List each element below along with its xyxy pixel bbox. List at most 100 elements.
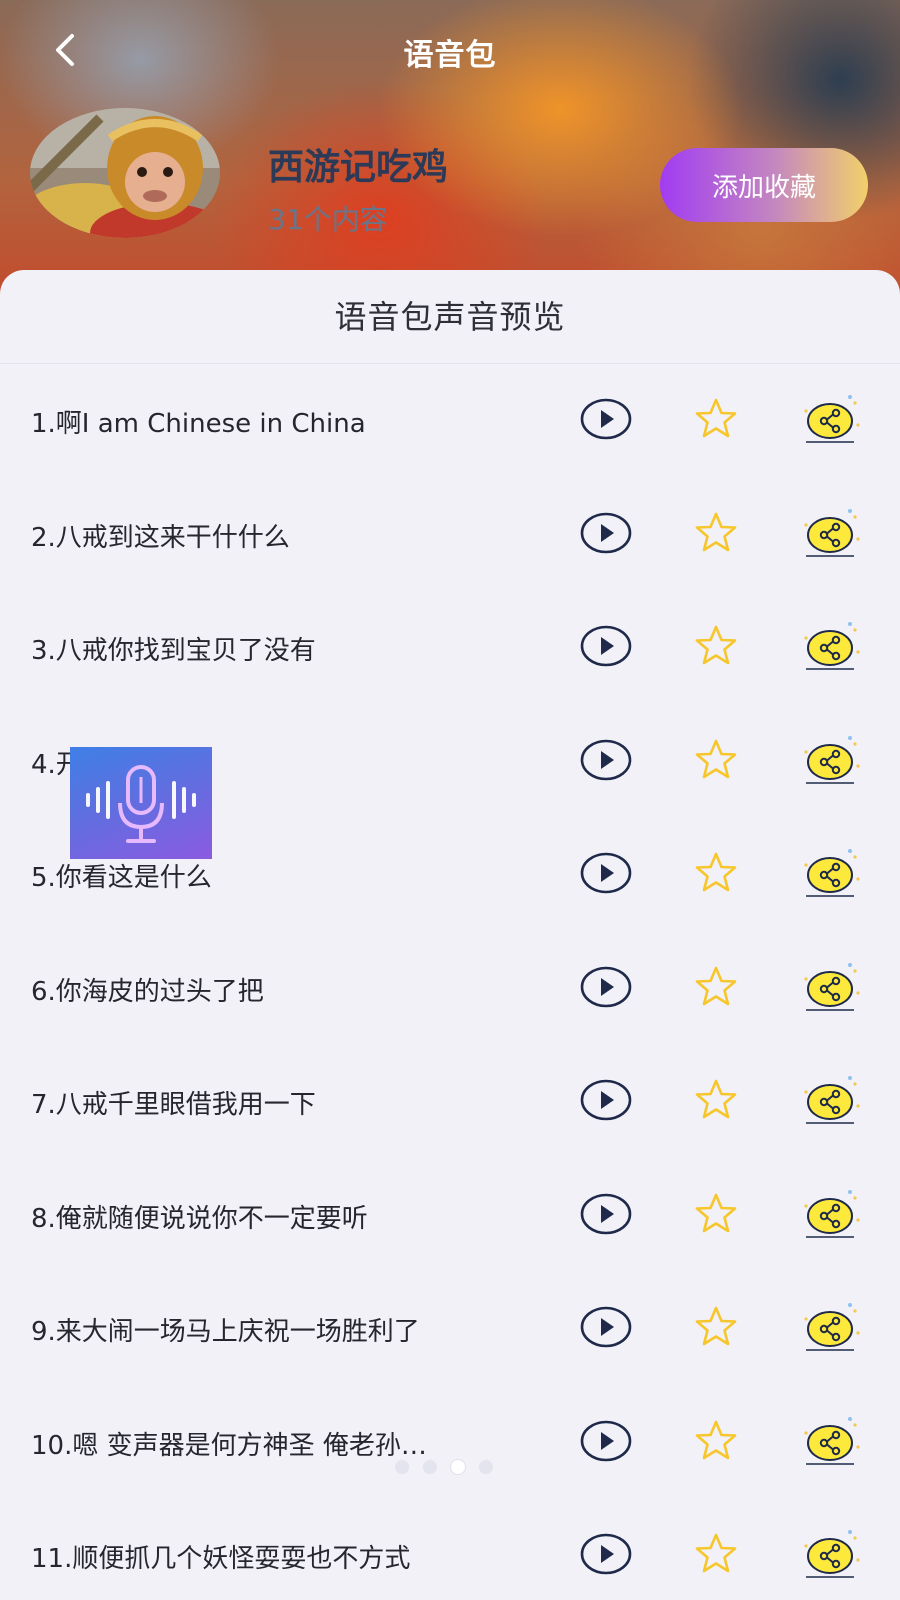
share-icon	[798, 962, 862, 1019]
star-icon	[692, 1079, 740, 1126]
share-icon	[798, 1416, 862, 1473]
favorite-button[interactable]	[692, 511, 740, 555]
star-icon	[692, 1193, 740, 1240]
page-title: 语音包	[403, 38, 497, 73]
share-button[interactable]	[798, 391, 862, 447]
list-item[interactable]: 7.八戒千里眼借我用一下	[0, 1048, 900, 1162]
floating-app-badge[interactable]	[70, 747, 212, 859]
play-button[interactable]	[580, 624, 632, 668]
star-icon	[692, 739, 740, 786]
share-icon	[798, 1189, 862, 1246]
page-dot	[423, 1460, 437, 1474]
page-dot	[395, 1460, 409, 1474]
pack-name: 西游记吃鸡	[268, 147, 449, 188]
star-icon	[692, 398, 740, 445]
share-button[interactable]	[798, 618, 862, 674]
share-button[interactable]	[798, 1526, 862, 1582]
share-button[interactable]	[798, 1299, 862, 1355]
play-button[interactable]	[580, 1192, 632, 1236]
share-icon	[798, 1530, 862, 1586]
share-button[interactable]	[798, 845, 862, 901]
header-banner: 语音包 西游记吃鸡 31个内容 添加收藏	[0, 0, 900, 300]
share-icon	[798, 395, 862, 451]
play-icon	[580, 625, 632, 672]
play-button[interactable]	[580, 511, 632, 555]
share-button[interactable]	[798, 1186, 862, 1242]
favorite-button[interactable]	[692, 738, 740, 782]
list-item[interactable]: 6.你海皮的过头了把	[0, 935, 900, 1049]
play-button[interactable]	[580, 1305, 632, 1349]
list-item[interactable]: 1.啊I am Chinese in China	[0, 367, 900, 481]
list-item[interactable]: 11.顺便抓几个妖怪耍耍也不方式	[0, 1502, 900, 1600]
play-icon	[580, 398, 632, 445]
share-icon	[798, 622, 862, 678]
content-count: 31个内容	[268, 203, 388, 236]
star-icon	[692, 512, 740, 559]
list-item[interactable]: 10.嗯 变声器是何方神圣 俺老孙…	[0, 1389, 900, 1503]
list-item[interactable]: 2.八戒到这来干什什么	[0, 481, 900, 595]
voice-item-label: 11.顺便抓几个妖怪耍耍也不方式	[31, 1544, 411, 1574]
favorite-button[interactable]	[692, 965, 740, 1009]
star-icon	[692, 966, 740, 1013]
add-favorite-button[interactable]: 添加收藏	[660, 148, 868, 222]
sheet-title: 语音包声音预览	[0, 270, 900, 364]
play-icon	[580, 1079, 632, 1126]
favorite-button[interactable]	[692, 624, 740, 668]
share-button[interactable]	[798, 1072, 862, 1128]
voice-item-label: 3.八戒你找到宝贝了没有	[31, 636, 316, 666]
list-item[interactable]: 8.俺就随便说说你不一定要听	[0, 1162, 900, 1276]
voice-item-label: 9.来大闹一场马上庆祝一场胜利了	[31, 1317, 420, 1347]
play-button[interactable]	[580, 851, 632, 895]
share-button[interactable]	[798, 505, 862, 561]
page-indicator	[395, 1460, 493, 1474]
share-button[interactable]	[798, 1413, 862, 1469]
play-button[interactable]	[580, 1078, 632, 1122]
star-icon	[692, 625, 740, 672]
share-button[interactable]	[798, 959, 862, 1015]
favorite-button[interactable]	[692, 1078, 740, 1122]
voice-item-label: 7.八戒千里眼借我用一下	[31, 1090, 316, 1120]
play-icon	[580, 1306, 632, 1353]
star-icon	[692, 1533, 740, 1580]
share-icon	[798, 735, 862, 792]
play-icon	[580, 739, 632, 786]
microphone-icon	[86, 765, 196, 843]
voice-item-label: 8.俺就随便说说你不一定要听	[31, 1203, 368, 1234]
star-icon	[692, 852, 740, 899]
play-button[interactable]	[580, 397, 632, 441]
play-icon	[580, 1533, 632, 1580]
voice-item-label: 2.八戒到这来干什什么	[31, 522, 290, 553]
voice-list: 1.啊I am Chinese in China 2.八戒到这来干什什么 3.八戒你…	[0, 367, 900, 1600]
play-icon	[580, 966, 632, 1013]
page-dot	[479, 1460, 493, 1474]
play-button[interactable]	[580, 965, 632, 1009]
voice-item-label: 6.你海皮的过头了把	[31, 976, 264, 1007]
list-item[interactable]: 3.八戒你找到宝贝了没有	[0, 594, 900, 708]
share-icon	[798, 508, 862, 565]
voice-item-label: 10.嗯 变声器是何方神圣 俺老孙…	[31, 1430, 427, 1461]
play-button[interactable]	[580, 738, 632, 782]
voice-item-label: 1.啊I am Chinese in China	[31, 409, 366, 439]
play-icon	[580, 1420, 632, 1467]
play-button[interactable]	[580, 1419, 632, 1463]
share-icon	[798, 849, 862, 905]
favorite-button[interactable]	[692, 397, 740, 441]
play-icon	[580, 512, 632, 559]
preview-sheet: 语音包声音预览 1.啊I am Chinese in China 2.八戒到这来干…	[0, 270, 900, 1600]
play-button[interactable]	[580, 1532, 632, 1576]
share-icon	[798, 1076, 862, 1132]
star-icon	[692, 1420, 740, 1467]
favorite-button[interactable]	[692, 1192, 740, 1236]
voice-item-label: 5.你看这是什么	[31, 863, 212, 893]
favorite-button[interactable]	[692, 1419, 740, 1463]
play-icon	[580, 852, 632, 899]
favorite-button[interactable]	[692, 1305, 740, 1349]
favorite-button[interactable]	[692, 851, 740, 895]
favorite-button[interactable]	[692, 1532, 740, 1576]
star-icon	[692, 1306, 740, 1353]
share-button[interactable]	[798, 732, 862, 788]
share-icon	[798, 1303, 862, 1359]
list-item[interactable]: 9.来大闹一场马上庆祝一场胜利了	[0, 1275, 900, 1389]
play-icon	[580, 1193, 632, 1240]
page-dot	[451, 1460, 465, 1474]
